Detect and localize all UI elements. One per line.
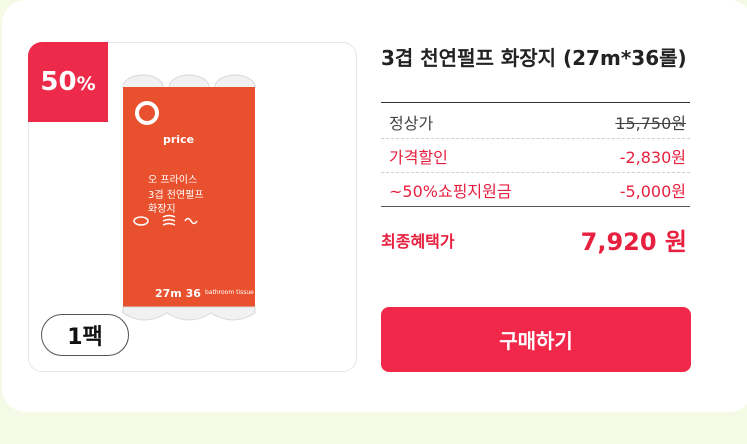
shopping-subsidy-value: -5,000원 — [619, 181, 686, 201]
pack-spec-text: 27m 36 — [155, 287, 201, 300]
final-price-value: 7,920 원 — [580, 228, 687, 256]
discount-badge-percent: % — [76, 73, 96, 95]
buy-button[interactable]: 구매하기 — [381, 307, 691, 372]
pack-brand-text: price — [163, 133, 195, 146]
regular-price-label: 정상가 — [389, 113, 434, 133]
discount-badge-number: 50 — [40, 67, 77, 97]
pack-footer-text: bathroom tissue — [205, 289, 254, 296]
pack-name-line1: 오 프라이스 — [148, 175, 198, 186]
regular-price-row: 정상가 15,750원 — [381, 105, 690, 139]
product-title[interactable]: 3겹 천연펄프 화장지 (27m*36롤) — [381, 44, 693, 72]
title-divider — [381, 102, 690, 103]
shopping-subsidy-row: ~50%쇼핑지원금 -5,000원 — [381, 173, 690, 207]
pack-name-line2: 3겹 천연펄프 — [148, 190, 204, 201]
pack-name-line3: 화장지 — [148, 204, 176, 215]
pack-count-badge: 1팩 — [41, 314, 129, 356]
shopping-subsidy-label: ~50%쇼핑지원금 — [389, 181, 512, 201]
final-price-label: 최종혜택가 — [381, 232, 455, 251]
price-discount-row: 가격할인 -2,830원 — [381, 139, 690, 173]
regular-price-value: 15,750원 — [615, 113, 686, 133]
price-discount-label: 가격할인 — [389, 147, 448, 167]
discount-badge: 50% — [28, 42, 108, 122]
price-discount-value: -2,830원 — [619, 147, 686, 167]
